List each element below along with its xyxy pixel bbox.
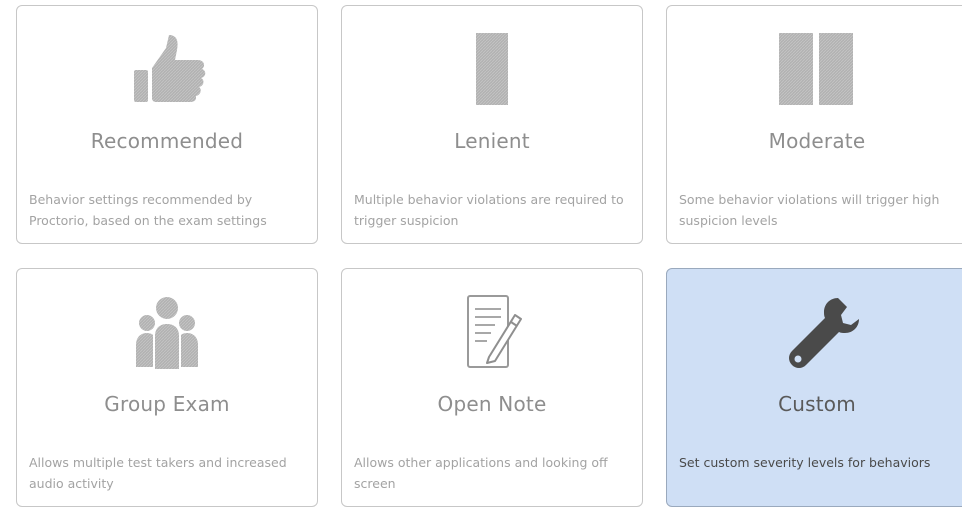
profile-card-moderate[interactable]: Moderate Some behavior violations will t…	[666, 5, 962, 244]
double-bar-icon	[772, 32, 862, 106]
group-icon	[122, 295, 212, 369]
card-title: Group Exam	[104, 392, 230, 416]
card-title: Custom	[778, 392, 856, 416]
card-title: Moderate	[768, 129, 866, 153]
card-description: Behavior settings recommended by Proctor…	[29, 192, 267, 228]
note-pencil-icon	[447, 295, 537, 369]
profile-card-group-exam[interactable]: Group Exam Allows multiple test takers a…	[16, 268, 318, 507]
profile-card-recommended[interactable]: Recommended Behavior settings recommende…	[16, 5, 318, 244]
card-title: Lenient	[454, 129, 530, 153]
single-bar-icon	[447, 32, 537, 106]
card-description: Set custom severity levels for behaviors	[679, 455, 931, 470]
card-description: Multiple behavior violations are require…	[354, 192, 624, 228]
profile-card-open-note[interactable]: Open Note Allows other applications and …	[341, 268, 643, 507]
wrench-icon	[772, 295, 862, 369]
card-description: Some behavior violations will trigger hi…	[679, 192, 940, 228]
thumbs-up-icon	[122, 32, 212, 106]
card-title: Open Note	[437, 392, 547, 416]
card-description: Allows multiple test takers and increase…	[29, 455, 287, 491]
profile-card-custom[interactable]: Custom Set custom severity levels for be…	[666, 268, 962, 507]
profile-card-lenient[interactable]: Lenient Multiple behavior violations are…	[341, 5, 643, 244]
card-title: Recommended	[90, 129, 244, 153]
card-description: Allows other applications and looking of…	[354, 455, 608, 491]
behavior-profile-grid: Recommended Behavior settings recommende…	[0, 0, 962, 507]
